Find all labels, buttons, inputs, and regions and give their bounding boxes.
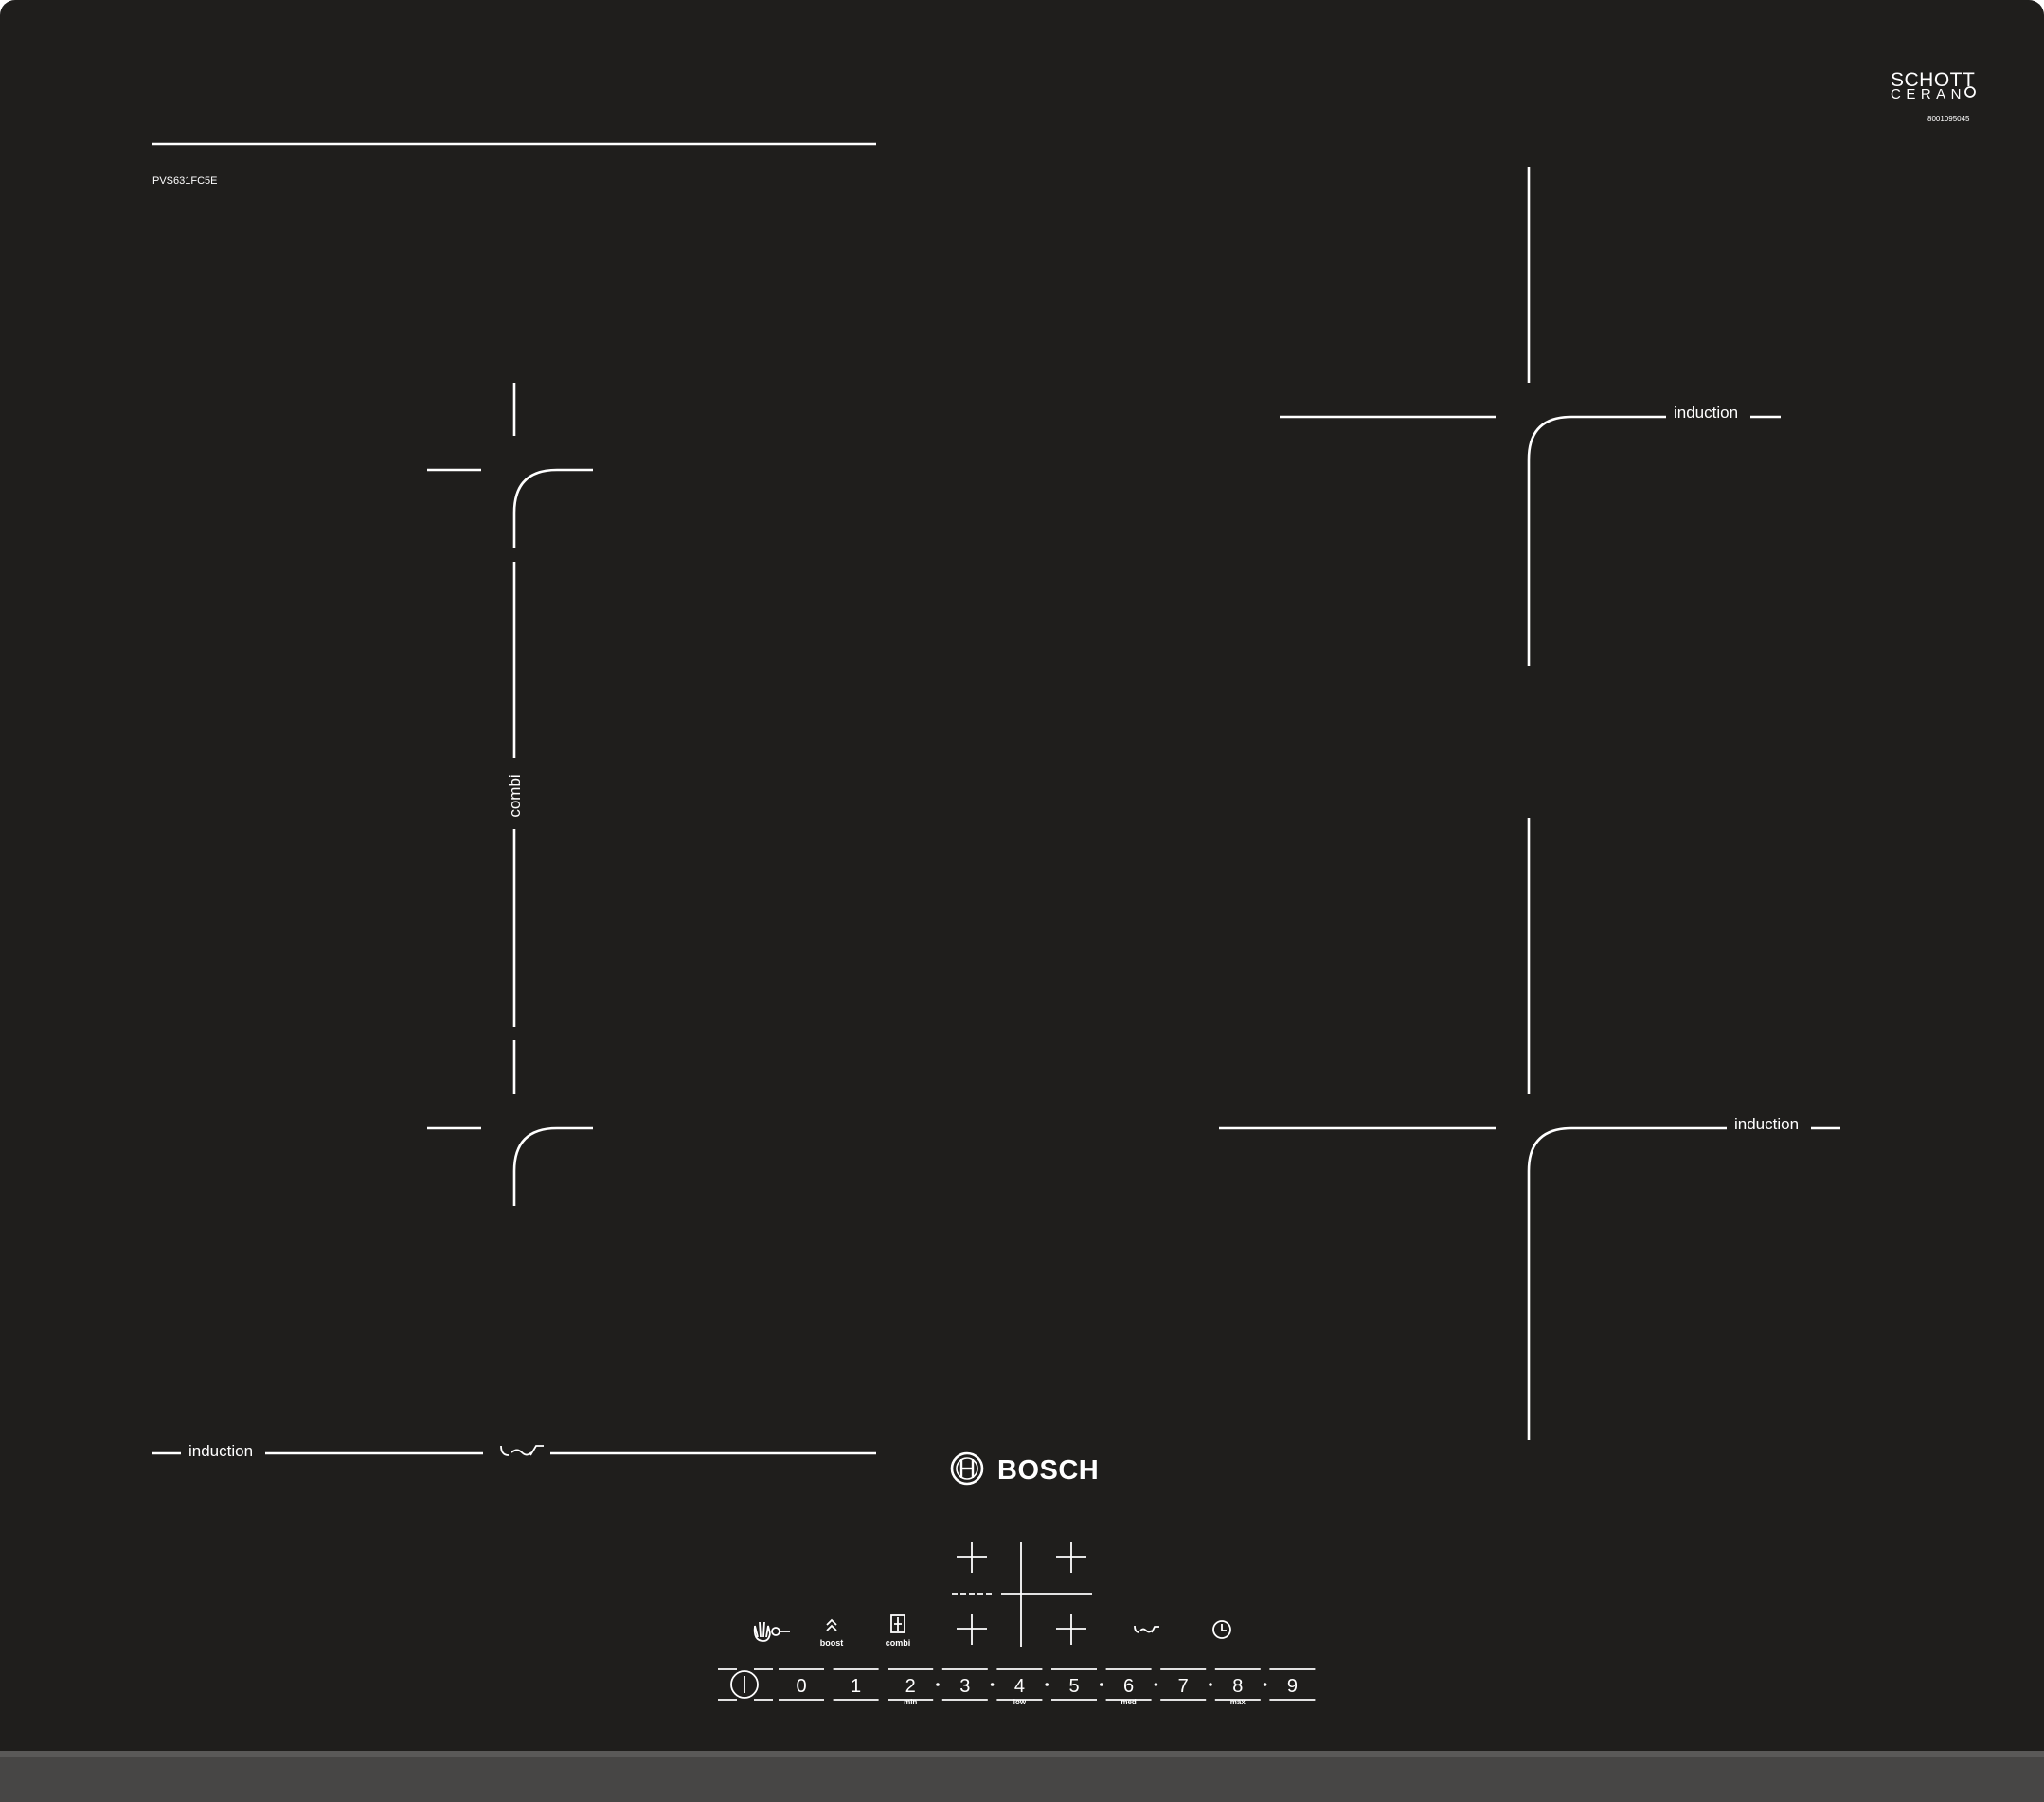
power-level-2-button[interactable]: 2min — [885, 1667, 936, 1706]
zone-select-front-left-button[interactable] — [947, 1605, 996, 1654]
power-level-4-label: 4 — [1014, 1676, 1025, 1697]
power-level-6-button[interactable]: 6med — [1103, 1667, 1155, 1706]
half-level-dot — [1263, 1683, 1267, 1686]
power-level-1-button[interactable]: 1 — [831, 1667, 882, 1702]
boost-button[interactable]: boost — [813, 1611, 852, 1649]
half-level-dot — [1045, 1683, 1049, 1686]
half-level-dot — [1209, 1683, 1212, 1686]
power-level-3-button[interactable]: 3 — [940, 1667, 991, 1702]
combi-button-label: combi — [886, 1638, 911, 1648]
power-level-1-label: 1 — [851, 1676, 861, 1697]
brand-name: BOSCH — [997, 1455, 1099, 1486]
glass-surface — [0, 0, 2044, 1802]
right-front-induction-label: induction — [1734, 1115, 1799, 1133]
serial-number: 8001095045 — [1927, 115, 1970, 123]
power-level-8-button[interactable]: 8max — [1212, 1667, 1264, 1706]
boost-label: boost — [820, 1638, 844, 1648]
power-level-6-sublabel: med — [1121, 1698, 1137, 1706]
power-level-4-sublabel: low — [1013, 1698, 1027, 1706]
model-number: PVS631FC5E — [152, 175, 217, 187]
half-level-dot — [1100, 1683, 1103, 1686]
zone-select-rear-right-button[interactable] — [1047, 1535, 1096, 1584]
power-level-6-label: 6 — [1123, 1676, 1134, 1697]
power-level-0-button[interactable]: 0 — [776, 1667, 827, 1702]
left-front-induction-label: induction — [188, 1442, 253, 1460]
child-lock-button[interactable] — [748, 1611, 794, 1649]
power-level-0-label: 0 — [796, 1676, 806, 1697]
bosch-armature-icon — [950, 1451, 984, 1486]
power-level-2-label: 2 — [905, 1676, 916, 1697]
power-level-3-label: 3 — [959, 1676, 970, 1697]
power-level-9-label: 9 — [1287, 1676, 1298, 1697]
power-level-7-button[interactable]: 7 — [1157, 1667, 1209, 1702]
power-level-8-label: 8 — [1232, 1676, 1243, 1697]
zone-select-front-right-button[interactable] — [1047, 1605, 1096, 1654]
combi-button[interactable]: combi — [879, 1611, 919, 1649]
power-level-4-button[interactable]: 4low — [995, 1667, 1046, 1706]
power-level-7-label: 7 — [1178, 1676, 1189, 1697]
power-level-9-button[interactable]: 9 — [1267, 1667, 1318, 1702]
ceran-text: CERAN — [1891, 86, 1966, 102]
timer-button[interactable] — [1203, 1613, 1241, 1647]
half-level-dot — [936, 1683, 940, 1686]
cookconnect-button[interactable] — [1129, 1614, 1167, 1645]
half-level-dot — [1154, 1683, 1158, 1686]
right-rear-induction-label: induction — [1674, 404, 1738, 422]
combi-label: combi — [506, 774, 524, 817]
front-edge — [0, 1751, 2044, 1802]
power-level-8-sublabel: max — [1230, 1698, 1246, 1706]
half-level-dot — [990, 1683, 995, 1686]
zone-select-rear-left-button[interactable] — [947, 1535, 996, 1584]
power-level-5-label: 5 — [1068, 1676, 1079, 1697]
power-level-5-button[interactable]: 5 — [1049, 1667, 1100, 1702]
power-level-2-sublabel: min — [904, 1698, 917, 1706]
cooktop-panel: PVS631FC5E SCHOTT CERAN 8001095045 combi… — [0, 0, 2044, 1802]
front-edge-highlight — [0, 1751, 2044, 1757]
